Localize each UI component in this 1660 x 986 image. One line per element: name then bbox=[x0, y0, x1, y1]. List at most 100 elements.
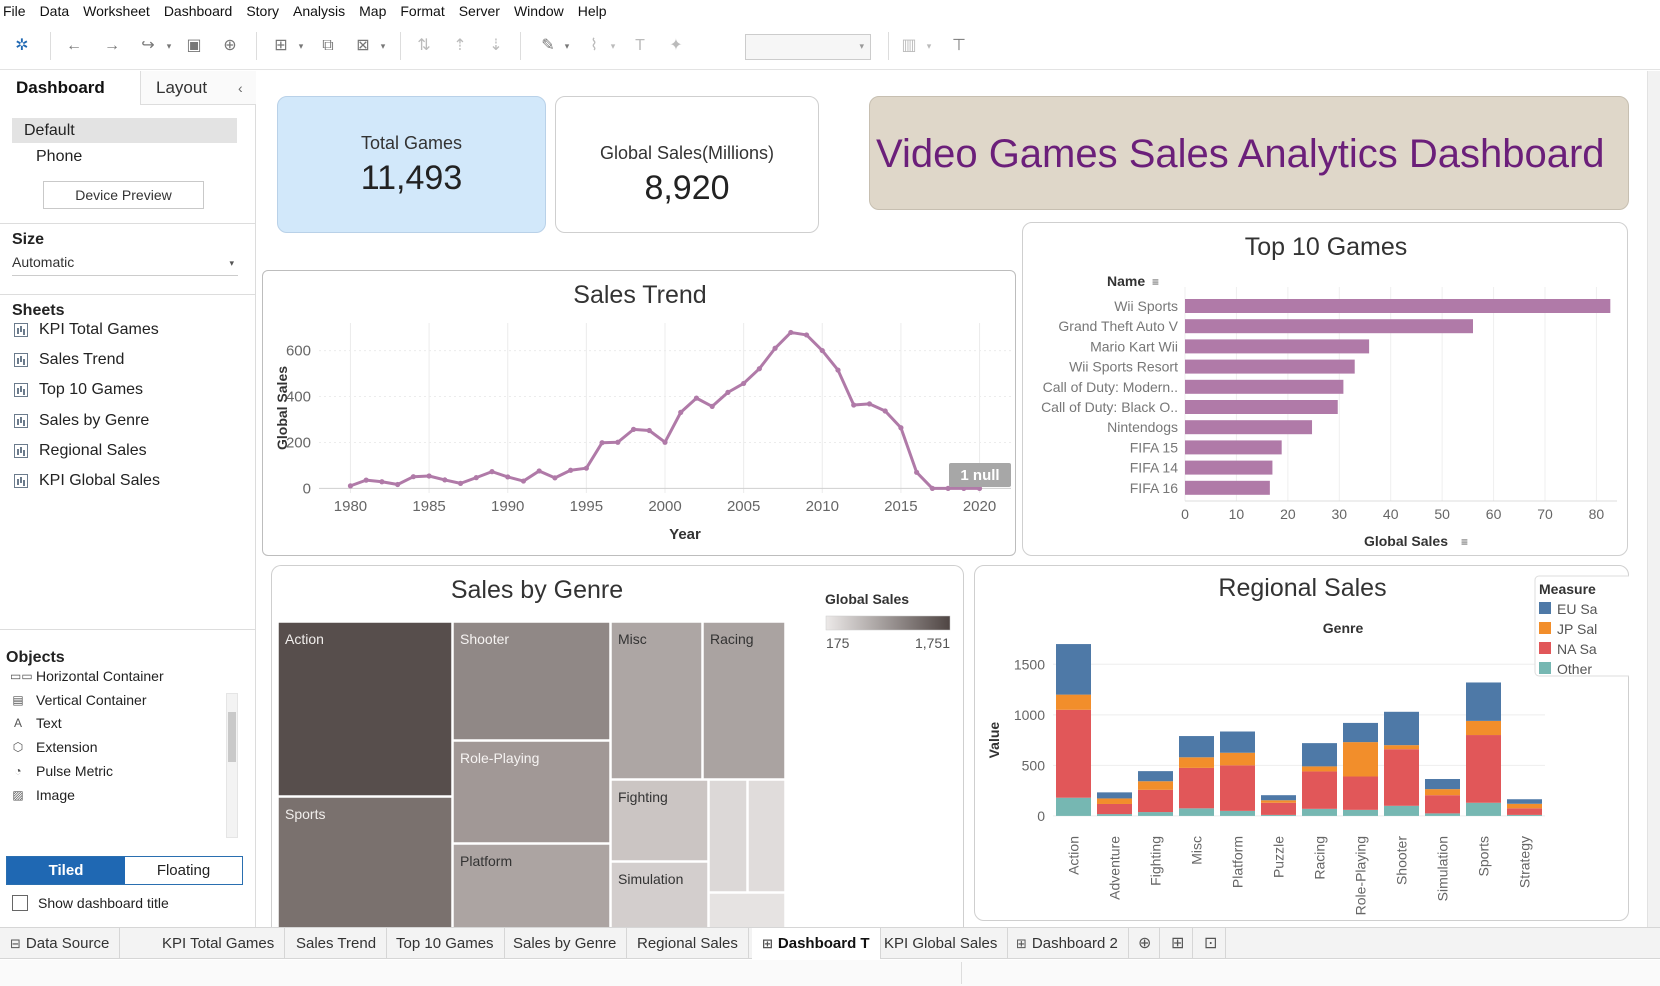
treemap-tile-label: Simulation bbox=[618, 871, 683, 887]
menu-worksheet[interactable]: Worksheet bbox=[76, 0, 157, 22]
pin-icon[interactable]: ✦ bbox=[666, 36, 686, 56]
menu-story[interactable]: Story bbox=[239, 0, 286, 22]
menu-format[interactable]: Format bbox=[393, 0, 451, 22]
new-dashboard-tab-icon[interactable]: ⊞ bbox=[1163, 928, 1194, 959]
sales-trend-panel[interactable]: Sales Trend 1980 1985 1990 1995 2000 2005 2010… bbox=[262, 270, 1016, 556]
device-phone[interactable]: Phone bbox=[12, 144, 237, 169]
group-icon[interactable]: ⌇ bbox=[584, 36, 604, 56]
new-worksheet-icon[interactable]: ⊞ bbox=[270, 36, 292, 56]
tableau-logo-icon[interactable]: ✲ bbox=[12, 36, 32, 56]
menu-window[interactable]: Window bbox=[507, 0, 571, 22]
highlight-dropdown-icon[interactable]: ▾ bbox=[562, 36, 572, 56]
vertical-container-icon: ▤ bbox=[12, 692, 24, 707]
x-tick-label: 2000 bbox=[648, 498, 681, 515]
undo-icon[interactable]: ← bbox=[64, 36, 84, 56]
replay-dropdown-icon[interactable]: ▾ bbox=[164, 36, 174, 56]
sheet-item[interactable]: Sales Trend bbox=[14, 347, 124, 373]
objects-scrollbar[interactable] bbox=[226, 693, 238, 838]
duplicate-icon[interactable]: ⧉ bbox=[318, 36, 338, 56]
sheet-item[interactable]: Regional Sales bbox=[14, 438, 147, 464]
new-worksheet-dropdown-icon[interactable]: ▾ bbox=[296, 36, 306, 56]
sheet-tab[interactable]: ⊟ Data Source bbox=[0, 928, 121, 959]
menu-help[interactable]: Help bbox=[571, 0, 614, 22]
sort-descending-icon[interactable]: ⇣ bbox=[486, 36, 506, 56]
object-item[interactable]: ▭▭ Horizontal Container bbox=[10, 665, 164, 687]
object-item[interactable]: ▤ Vertical Container bbox=[10, 689, 146, 711]
canvas-scrollbar[interactable] bbox=[1647, 71, 1660, 927]
x-category-label: Role-Playing bbox=[1353, 836, 1369, 915]
stacked-bar-segment bbox=[1507, 814, 1542, 816]
stacked-bar-segment bbox=[1056, 709, 1091, 798]
object-item-label: Image bbox=[36, 786, 75, 803]
show-me-dropdown-icon[interactable]: ▾ bbox=[924, 36, 934, 56]
y-tick-label: 1500 bbox=[1014, 656, 1045, 672]
kpi-total-games-card[interactable]: Total Games 11,493 bbox=[277, 96, 546, 233]
object-item[interactable]: ◔ Pulse Metric bbox=[10, 760, 113, 782]
replay-icon[interactable]: ↪ bbox=[136, 36, 160, 56]
save-icon[interactable]: ▣ bbox=[184, 36, 204, 56]
show-me-icon[interactable]: ▥ bbox=[898, 36, 920, 56]
redo-icon[interactable]: → bbox=[102, 36, 122, 56]
new-data-source-icon[interactable]: ⊕ bbox=[220, 36, 240, 56]
sheet-tab[interactable]: Sales Trend bbox=[286, 928, 388, 959]
device-default[interactable]: Default bbox=[12, 118, 237, 143]
sort-ascending-icon[interactable]: ⇡ bbox=[450, 36, 470, 56]
swap-icon[interactable]: ⇅ bbox=[414, 36, 434, 56]
clear-dropdown-icon[interactable]: ▾ bbox=[378, 36, 388, 56]
stacked-bar-segment bbox=[1343, 776, 1378, 810]
menu-server[interactable]: Server bbox=[452, 0, 507, 22]
stacked-bar-segment bbox=[1343, 722, 1378, 743]
sheet-tab[interactable]: KPI Total Games bbox=[152, 928, 286, 959]
size-select-value: Automatic bbox=[12, 254, 75, 270]
menu-file[interactable]: File bbox=[0, 0, 33, 22]
show-title-label: Show dashboard title bbox=[38, 895, 169, 911]
regional-sales-panel[interactable]: Regional Sales 0 500 1000 1500 Value Genre Act… bbox=[974, 565, 1629, 921]
treemap-tile-label: Misc bbox=[618, 631, 647, 647]
object-item[interactable]: ▨ Image bbox=[10, 784, 75, 806]
sheet-tab[interactable]: Sales by Genre bbox=[503, 928, 628, 959]
sheet-item[interactable]: KPI Total Games bbox=[14, 317, 159, 343]
sheet-item[interactable]: KPI Global Sales bbox=[14, 468, 160, 494]
group-dropdown-icon[interactable]: ▾ bbox=[608, 36, 618, 56]
kpi-global-sales-card[interactable]: Global Sales(Millions) 8,920 bbox=[555, 96, 819, 233]
show-title-checkbox-row[interactable]: Show dashboard title bbox=[12, 895, 169, 911]
regional-sales-chart: 0 500 1000 1500 Value Genre Action Adventure Fig… bbox=[986, 575, 1629, 915]
menu-data[interactable]: Data bbox=[33, 0, 77, 22]
new-story-tab-icon[interactable]: ⊡ bbox=[1196, 928, 1227, 959]
label-icon[interactable]: T bbox=[630, 36, 650, 56]
clear-sheet-icon[interactable]: ⊠ bbox=[352, 36, 374, 56]
legend-label: Other bbox=[1557, 661, 1592, 677]
show-title-checkbox[interactable] bbox=[12, 895, 28, 911]
x-tick-label: 1995 bbox=[570, 498, 603, 515]
size-select[interactable]: Automatic ▾ bbox=[12, 254, 238, 276]
sheet-item[interactable]: Sales by Genre bbox=[14, 408, 149, 434]
fit-select[interactable]: ▾ bbox=[745, 34, 871, 60]
sheet-tab[interactable]: KPI Global Sales bbox=[874, 928, 1009, 959]
floating-button[interactable]: Floating bbox=[125, 857, 242, 884]
sheet-tab[interactable]: Top 10 Games bbox=[386, 928, 505, 959]
device-preview-button[interactable]: Device Preview bbox=[43, 181, 204, 209]
sheet-tab[interactable]: ⊞ Dashboard T bbox=[752, 928, 881, 959]
sheet-tab[interactable]: ⊞ Dashboard 2 bbox=[1006, 928, 1129, 959]
menu-map[interactable]: Map bbox=[352, 0, 393, 22]
top-10-games-panel[interactable]: Top 10 Games 0 10 20 30 40 50 60 70 80 Name ≡ Wii S… bbox=[1022, 222, 1628, 556]
sales-by-genre-panel[interactable]: Sales by Genre Action Sports Shooter Role-P… bbox=[271, 565, 964, 927]
presentation-mode-icon[interactable]: ⊤ bbox=[948, 36, 970, 56]
trend-point bbox=[709, 403, 715, 409]
sheet-tab[interactable]: Regional Sales bbox=[627, 928, 749, 959]
menu-analysis[interactable]: Analysis bbox=[286, 0, 352, 22]
object-item[interactable]: ⬡ Extension bbox=[10, 736, 98, 758]
object-item[interactable]: A Text bbox=[10, 712, 62, 734]
new-worksheet-tab-icon[interactable]: ⊕ bbox=[1130, 928, 1161, 959]
trend-point bbox=[457, 480, 464, 486]
highlight-icon[interactable]: ✎ bbox=[538, 36, 558, 56]
null-indicator-label: 1 null bbox=[960, 467, 999, 484]
menu-dashboard[interactable]: Dashboard bbox=[157, 0, 240, 22]
trend-point bbox=[693, 395, 700, 401]
collapse-sidebar-icon[interactable]: ‹ bbox=[238, 71, 243, 105]
tiled-button[interactable]: Tiled bbox=[7, 857, 125, 884]
sheet-item[interactable]: Top 10 Games bbox=[14, 377, 143, 403]
pulse-metric-icon: ◔ bbox=[14, 763, 22, 778]
tab-dashboard[interactable]: Dashboard bbox=[16, 71, 105, 105]
stacked-bar-segment bbox=[1220, 731, 1255, 753]
